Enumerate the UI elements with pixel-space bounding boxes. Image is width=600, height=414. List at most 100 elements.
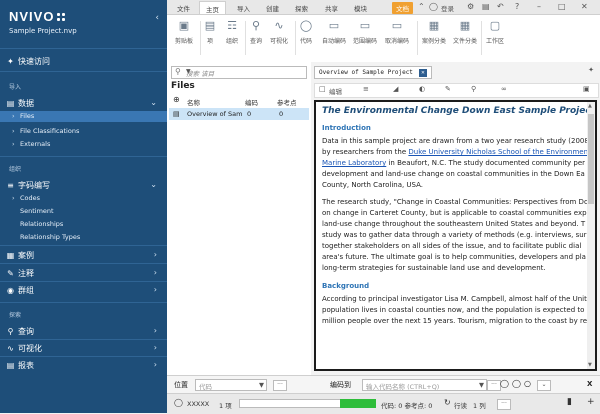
visualize-icon: ∿ xyxy=(7,344,14,353)
sidebar-item-codes[interactable]: › Codes xyxy=(12,194,40,202)
file-classification-button[interactable]: ▦ 文件分类 xyxy=(450,19,480,45)
sidebar-item-relationships[interactable]: Relationships xyxy=(12,220,63,228)
help-icon[interactable]: ? xyxy=(515,2,519,11)
chevron-down-icon[interactable]: ▼ xyxy=(186,68,304,75)
user-icon[interactable]: ◯ xyxy=(429,2,438,11)
search-input[interactable]: ⚲ 搜索 该目 ▼ xyxy=(171,66,307,79)
tab-home[interactable]: 主页 xyxy=(199,1,226,14)
duke-link[interactable]: Duke University Nicholas School of the E… xyxy=(408,148,587,156)
tab-create[interactable]: 创建 xyxy=(266,3,279,13)
zoom-icon[interactable]: ⚲ xyxy=(471,85,476,93)
undo-icon[interactable]: ↶ xyxy=(497,2,504,11)
table-row[interactable]: ▤ Overview of Sam 0 0 xyxy=(169,108,309,120)
column-header-codes[interactable]: 编码 xyxy=(245,97,258,107)
tab-modules[interactable]: 模块 xyxy=(354,3,367,13)
autocode-button[interactable]: ▭ 自动编码 xyxy=(319,19,349,45)
annotation-icon[interactable]: ✎ xyxy=(445,85,451,93)
quick-access[interactable]: ✦ 快速访问 xyxy=(6,56,50,67)
vertical-scrollbar[interactable]: ▲ ▼ xyxy=(587,102,595,369)
workspace-button[interactable]: ▢ 工作区 xyxy=(480,19,510,45)
code-dropdown-button[interactable]: ⌄ xyxy=(537,380,551,391)
sidebar-item-sentiment[interactable]: Sentiment xyxy=(12,207,54,215)
tab-file[interactable]: 文件 xyxy=(177,3,190,13)
user-icon: ◯ xyxy=(174,398,183,407)
edit-checkbox[interactable]: □ xyxy=(319,85,326,93)
document-pane: Overview of Sample Project ✕ ✦ □ 编辑 ≡ ◢ ◐… xyxy=(311,62,600,375)
close-bar-button[interactable]: X xyxy=(587,380,592,388)
minimize-icon[interactable]: – xyxy=(537,2,541,11)
sidebar-group-data[interactable]: ▤ 数据 ⌄ xyxy=(6,98,161,109)
code-button[interactable]: ◯ 代码 xyxy=(291,19,321,45)
sidebar-group-sets[interactable]: ◉ 群组 › xyxy=(6,285,161,296)
document-content: The Environmental Change Down East Sampl… xyxy=(322,106,595,333)
sidebar-item-externals[interactable]: › Externals xyxy=(12,140,50,148)
code-name-input[interactable]: 输入代码名称 (CTRL+Q) ▼ xyxy=(362,379,487,391)
document-title: The Environmental Change Down East Sampl… xyxy=(322,106,595,116)
tab-explore[interactable]: 探索 xyxy=(295,3,308,13)
link-icon[interactable]: ∞ xyxy=(501,85,507,93)
visualize-button[interactable]: ∿ 可视化 xyxy=(264,19,294,45)
scroll-down-icon[interactable]: ▼ xyxy=(588,362,592,368)
app-logo: NVIVO xyxy=(9,9,67,24)
scroll-thumb[interactable] xyxy=(588,114,594,204)
scroll-up-icon[interactable]: ▲ xyxy=(588,103,592,109)
files-pane: ⚲ 搜索 该目 ▼ Files ⊕ 名称 编码 参考点 ▤ Overview o… xyxy=(167,62,312,375)
sidebar-group-notes[interactable]: ✎ 注释 › xyxy=(6,268,161,279)
chevron-down-icon: ▼ xyxy=(479,381,484,389)
sidebar-group-query[interactable]: ⚲ 查询 › xyxy=(6,326,161,337)
refresh-icon[interactable]: ↻ xyxy=(444,398,451,407)
login-link[interactable]: 登录 xyxy=(441,3,454,13)
document-tab[interactable]: Overview of Sample Project ✕ xyxy=(314,66,432,79)
query-icon: ⚲ xyxy=(251,19,261,32)
coding-stripes-icon[interactable]: ≡ xyxy=(363,85,369,93)
divider xyxy=(0,156,167,157)
sidebar-group-reports[interactable]: ▤ 报表 › xyxy=(6,360,161,371)
chevron-right-icon: › xyxy=(153,285,157,294)
column-header-name[interactable]: 名称 xyxy=(187,97,200,107)
file-name: Overview of Sam xyxy=(187,110,243,118)
file-classification-icon: ▦ xyxy=(459,19,471,32)
window-mode-icon[interactable]: ▣ xyxy=(583,85,590,93)
shading-icon[interactable]: ◐ xyxy=(419,85,425,93)
more-button[interactable]: ··· xyxy=(273,380,287,391)
sidebar-item-files[interactable]: › Files xyxy=(0,111,167,122)
uncode-action-icon[interactable]: ◯ xyxy=(512,379,521,388)
sidebar-group-coding[interactable]: ≡ 字码编写 ⌄ xyxy=(6,180,161,191)
location-select[interactable]: 代码 ▼ xyxy=(195,379,267,391)
logo-dots-icon xyxy=(56,12,67,22)
collapse-sidebar-icon[interactable]: ‹ xyxy=(155,13,159,23)
uncode-button[interactable]: ▭ 取消编码 xyxy=(382,19,412,45)
highlight-icon[interactable]: ◢ xyxy=(393,85,398,93)
chevron-down-icon: ⌄ xyxy=(150,180,157,189)
document-viewer[interactable]: The Environmental Change Down East Sampl… xyxy=(314,100,597,371)
zoom-slider-thumb[interactable]: ▮ xyxy=(567,397,572,407)
close-tab-icon[interactable]: ✕ xyxy=(418,69,427,77)
save-icon[interactable]: ▤ xyxy=(482,2,490,11)
separator xyxy=(417,21,418,55)
divider xyxy=(0,245,167,246)
code-options-icon[interactable]: ○ xyxy=(524,379,531,388)
case-classification-button[interactable]: ▦ 案例分类 xyxy=(419,19,449,45)
status-more-button[interactable]: ··· xyxy=(497,399,511,410)
browse-button[interactable]: ··· xyxy=(487,380,501,391)
notes-icon: ✎ xyxy=(7,269,14,278)
marine-lab-link[interactable]: Marine Laboratory xyxy=(322,159,386,167)
ribbon-toggle-icon[interactable]: ⌃ xyxy=(418,2,425,11)
add-icon[interactable]: ⊕ xyxy=(173,95,180,104)
sidebar-item-file-classifications[interactable]: › File Classifications xyxy=(12,127,79,135)
tab-share[interactable]: 共享 xyxy=(325,3,338,13)
tab-import[interactable]: 导入 xyxy=(237,3,250,13)
maximize-icon[interactable]: □ xyxy=(558,2,566,11)
tab-document[interactable]: 文档 xyxy=(392,2,413,14)
sidebar-item-relationship-types[interactable]: Relationship Types xyxy=(12,233,80,241)
zoom-in-button[interactable]: + xyxy=(587,397,595,407)
sidebar-group-visualize[interactable]: ∿ 可视化 › xyxy=(6,343,161,354)
sets-icon: ◉ xyxy=(7,286,14,295)
sidebar-group-cases[interactable]: ▦ 案例 › xyxy=(6,250,161,261)
pin-icon[interactable]: ✦ xyxy=(588,66,594,74)
code-action-icon[interactable]: ◯ xyxy=(500,379,509,388)
column-header-references[interactable]: 参考点 xyxy=(277,97,297,107)
close-icon[interactable]: ✕ xyxy=(581,2,588,11)
range-code-button[interactable]: ▭ 范围编码 xyxy=(350,19,380,45)
settings-icon[interactable]: ⚙ xyxy=(467,2,474,11)
